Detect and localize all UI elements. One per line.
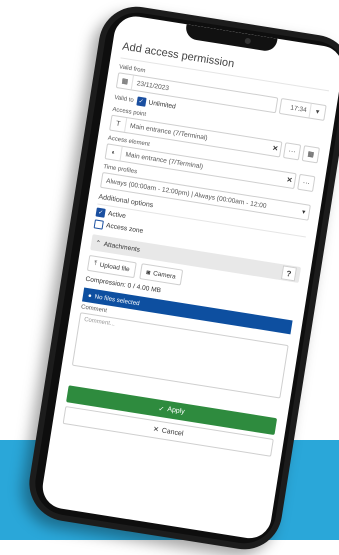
apply-label: Apply [166,406,186,416]
chevron-down-icon[interactable]: ▾ [308,103,326,120]
upload-file-label: Upload file [99,261,131,273]
help-button[interactable]: ? [280,265,297,282]
active-label: Active [107,210,127,221]
valid-from-time: 17:34 [289,104,308,114]
cancel-label: Cancel [161,426,184,438]
info-icon: ● [87,291,93,300]
camera-dot [243,37,251,45]
access-zone-label: Access zone [105,222,144,235]
valid-to-label: Valid to [113,94,135,104]
chevron-down-icon: ▾ [301,208,306,217]
upload-icon: ⤒ [93,259,98,268]
camera-button[interactable]: ◙ Camera [139,263,183,286]
calendar-icon: ▦ [116,73,134,90]
terminal-icon: T [110,115,128,132]
camera-label: Camera [152,269,177,281]
clear-icon[interactable]: ✕ [284,176,295,185]
camera-icon: ◙ [145,268,151,277]
door-icon: ◐ [105,144,123,161]
attachments-label: Attachments [103,240,141,254]
no-files-text: No files selected [94,292,141,307]
unlimited-checkbox[interactable]: ✓ [135,96,147,107]
check-icon: ✓ [157,405,165,413]
active-checkbox[interactable]: ✓ [95,207,106,218]
unlimited-label: Unlimited [147,99,177,111]
more-options-button[interactable]: ··· [297,173,316,193]
chevron-up-icon: ⌃ [94,239,102,248]
upload-file-button[interactable]: ⤒ Upload file [86,254,137,279]
clear-icon[interactable]: ✕ [270,144,281,153]
access-zone-checkbox[interactable] [93,219,104,230]
more-options-button[interactable]: ··· [282,142,302,161]
close-icon: ✕ [152,426,160,434]
grid-icon[interactable]: ▦ [301,145,320,164]
